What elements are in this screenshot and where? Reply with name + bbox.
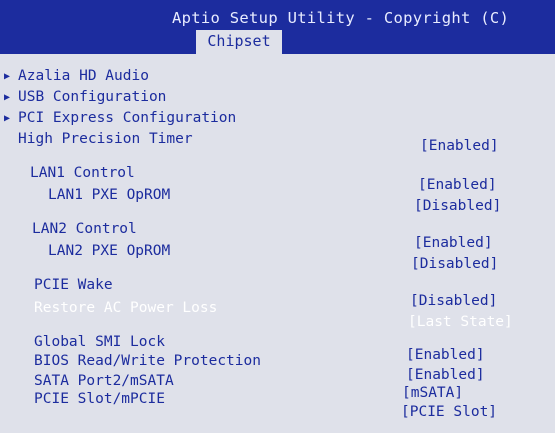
triangle-right-icon: ▶ [4, 71, 11, 82]
triangle-right-icon: ▶ [4, 92, 11, 103]
setting-label-pcie-slot-mpcie[interactable]: PCIE Slot/mPCIE [34, 391, 165, 407]
tab-chipset[interactable]: Chipset [196, 30, 282, 54]
setting-value-global-smi-lock[interactable]: [Enabled] [406, 347, 485, 363]
setting-label-sata-port2-msata[interactable]: SATA Port2/mSATA [34, 373, 174, 389]
setting-label-restore-ac-power-loss[interactable]: Restore AC Power Loss [34, 300, 217, 316]
menu-item-pci-express-configuration[interactable]: ▶ PCI Express Configuration [0, 110, 236, 126]
setting-value-high-precision-timer[interactable]: [Enabled] [420, 138, 499, 154]
setting-value-lan1-control[interactable]: [Enabled] [418, 177, 497, 193]
setting-label-bios-read-write-protection[interactable]: BIOS Read/Write Protection [34, 353, 261, 369]
setting-value-sata-port2-msata[interactable]: [mSATA] [402, 385, 463, 401]
setting-value-restore-ac-power-loss[interactable]: [Last State] [408, 314, 513, 330]
setting-label-lan2-control[interactable]: LAN2 Control [32, 221, 137, 237]
setting-label-high-precision-timer[interactable]: High Precision Timer [18, 131, 193, 147]
menu-item-usb-configuration[interactable]: ▶ USB Configuration [0, 89, 166, 105]
menu-item-label: Azalia HD Audio [18, 68, 149, 84]
triangle-right-icon: ▶ [4, 113, 11, 124]
setting-value-lan1-pxe-oprom[interactable]: [Disabled] [414, 198, 501, 214]
setting-value-lan2-pxe-oprom[interactable]: [Disabled] [411, 256, 498, 272]
setting-label-lan1-control[interactable]: LAN1 Control [30, 165, 135, 181]
setting-value-pcie-slot-mpcie[interactable]: [PCIE Slot] [401, 404, 497, 420]
setting-label-lan1-pxe-oprom[interactable]: LAN1 PXE OpROM [48, 187, 170, 203]
menu-item-label: PCI Express Configuration [18, 110, 237, 126]
setting-value-pcie-wake[interactable]: [Disabled] [410, 293, 497, 309]
menu-item-label: USB Configuration [18, 89, 167, 105]
bios-screen: Aptio Setup Utility - Copyright (C) Chip… [0, 0, 555, 433]
utility-title: Aptio Setup Utility - Copyright (C) [172, 9, 510, 27]
setting-value-lan2-control[interactable]: [Enabled] [414, 235, 493, 251]
menu-item-azalia-hd-audio[interactable]: ▶ Azalia HD Audio [0, 68, 149, 84]
settings-panel: ▶ Azalia HD Audio ▶ USB Configuration ▶ PCI… [0, 54, 555, 433]
header-bar: Aptio Setup Utility - Copyright (C) Chip… [0, 0, 555, 54]
setting-label-pcie-wake[interactable]: PCIE Wake [34, 277, 113, 293]
setting-label-lan2-pxe-oprom[interactable]: LAN2 PXE OpROM [48, 243, 170, 259]
setting-label-global-smi-lock[interactable]: Global SMI Lock [34, 334, 165, 350]
setting-value-bios-read-write-protection[interactable]: [Enabled] [406, 367, 485, 383]
